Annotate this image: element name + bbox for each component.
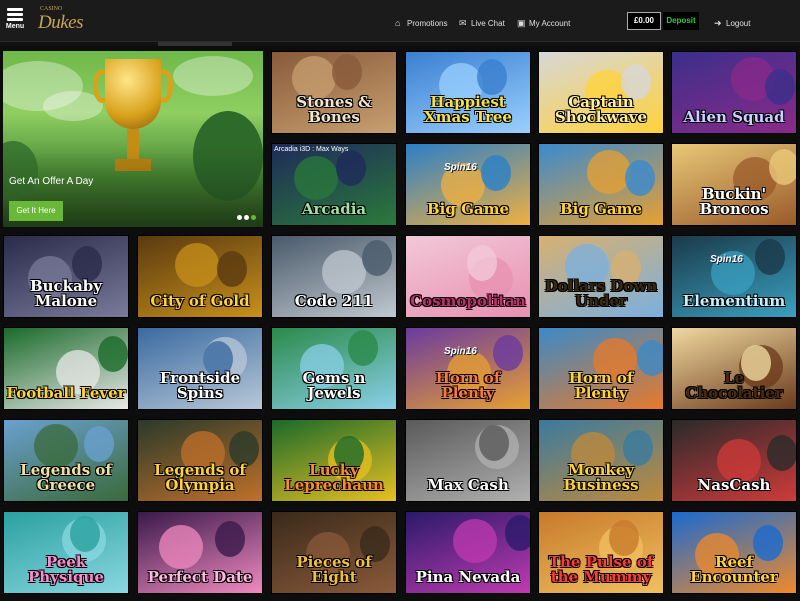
- nav-promotions-label: Promotions: [407, 18, 448, 28]
- game-tile[interactable]: Frontside Spins: [137, 327, 263, 410]
- game-title: Big Game: [559, 200, 643, 218]
- nav-live-chat[interactable]: ✉ Live Chat: [459, 16, 505, 30]
- nav-live-chat-label: Live Chat: [471, 18, 505, 28]
- game-title: Legends of Greece: [20, 461, 112, 494]
- game-tile[interactable]: Le Chocolatier: [671, 327, 797, 410]
- game-tile[interactable]: Horn of Plenty: [538, 327, 664, 410]
- game-tile[interactable]: Gems n Jewels: [271, 327, 397, 410]
- game-tile[interactable]: Spin16 Elementium: [671, 235, 797, 318]
- game-tile[interactable]: City of Gold: [137, 235, 263, 318]
- spin16-badge: Spin16: [444, 346, 477, 357]
- logout-icon: ➜: [714, 17, 722, 28]
- game-tile[interactable]: Big Game: [538, 143, 664, 226]
- menu-label: Menu: [5, 23, 25, 30]
- game-tile[interactable]: Legends of Greece: [3, 419, 129, 502]
- carousel-dot[interactable]: [244, 215, 249, 220]
- top-bar: Menu CASINO Dukes ⌂ Promotions ✉ Live Ch…: [0, 0, 800, 42]
- game-tile[interactable]: Reef Encounter: [671, 511, 797, 594]
- game-tile[interactable]: Spin16 Big Game: [405, 143, 531, 226]
- casino-logo[interactable]: CASINO Dukes: [30, 4, 90, 36]
- game-title: Cosmopolitan: [410, 292, 526, 310]
- game-tile[interactable]: Peek Physique: [3, 511, 129, 594]
- house-icon: ⌂: [395, 17, 401, 28]
- game-tile[interactable]: Buckaby Malone: [3, 235, 129, 318]
- game-title: Legends of Olympia: [154, 461, 246, 494]
- carousel-dots: [237, 215, 258, 223]
- game-tile[interactable]: Lucky Leprechaun: [271, 419, 397, 502]
- game-title: Max Cash: [427, 476, 509, 494]
- game-tile[interactable]: Happiest Xmas Tree: [405, 51, 531, 134]
- spin16-badge: Spin16: [444, 162, 477, 173]
- game-tile[interactable]: Max Cash: [405, 419, 531, 502]
- game-title: Code 211: [294, 292, 374, 310]
- game-title: Happiest Xmas Tree: [424, 93, 512, 126]
- account-icon: ▣: [517, 17, 526, 28]
- game-tile[interactable]: Buckin' Broncos: [671, 143, 797, 226]
- game-tile[interactable]: The Pulse of the Mummy: [538, 511, 664, 594]
- game-tile[interactable]: Cosmopolitan: [405, 235, 531, 318]
- game-title: Buckaby Malone: [29, 277, 103, 310]
- game-tile[interactable]: Captain Shockwave: [538, 51, 664, 134]
- game-title: Le Chocolatier: [685, 369, 783, 402]
- game-title: Pina Nevada: [415, 568, 521, 586]
- game-tile[interactable]: Pieces of Eight: [271, 511, 397, 594]
- game-tile[interactable]: Monkey Business: [538, 419, 664, 502]
- game-tile[interactable]: Arcadia i3D : Max Ways Arcadia: [271, 143, 397, 226]
- game-title: Dollars Down Under: [544, 277, 658, 310]
- game-tile[interactable]: Code 211: [271, 235, 397, 318]
- game-title: Horn of Plenty: [568, 369, 634, 402]
- nav-my-account[interactable]: ▣ My Account: [517, 16, 570, 30]
- game-title: NasCash: [697, 476, 771, 494]
- game-tile[interactable]: Legends of Olympia: [137, 419, 263, 502]
- game-tile[interactable]: NasCash: [671, 419, 797, 502]
- game-title: Pieces of Eight: [296, 553, 372, 586]
- game-tile[interactable]: Pina Nevada: [405, 511, 531, 594]
- carousel-dot-active[interactable]: [251, 215, 256, 220]
- game-title: Captain Shockwave: [554, 93, 648, 126]
- spin16-badge: Spin16: [710, 254, 743, 265]
- game-tile[interactable]: Alien Squad: [671, 51, 797, 134]
- game-title: City of Gold: [150, 292, 250, 310]
- balance-display: £0.00: [627, 12, 661, 30]
- menu-button[interactable]: Menu: [4, 8, 26, 38]
- game-title: Football Fever: [6, 384, 126, 402]
- nav-promotions[interactable]: ⌂ Promotions: [395, 16, 447, 30]
- game-title: Lucky Leprechaun: [284, 461, 384, 494]
- game-title: The Pulse of the Mummy: [548, 553, 654, 586]
- game-tile[interactable]: Dollars Down Under: [538, 235, 664, 318]
- game-title: Big Game: [426, 200, 510, 218]
- banner-title: Get An Offer A Day: [9, 176, 94, 187]
- get-it-here-button[interactable]: Get It Here: [9, 201, 63, 221]
- game-title: Monkey Business: [563, 461, 639, 494]
- game-title: Horn of Plenty: [435, 369, 501, 402]
- game-tile[interactable]: Stones & Bones: [271, 51, 397, 134]
- game-tile[interactable]: Football Fever: [3, 327, 129, 410]
- logo-text: Dukes: [38, 12, 83, 33]
- game-title: Stones & Bones: [296, 93, 372, 126]
- game-title: Reef Encounter: [690, 553, 778, 586]
- hamburger-icon: [7, 8, 23, 22]
- game-title: Elementium: [682, 292, 786, 310]
- logout-button[interactable]: ➜ Logout: [714, 16, 750, 30]
- header-divider: [0, 42, 800, 46]
- game-title: Gems n Jewels: [302, 369, 366, 402]
- game-tile[interactable]: Perfect Date: [137, 511, 263, 594]
- game-title: Arcadia: [301, 200, 367, 218]
- game-title: Frontside Spins: [159, 369, 241, 402]
- logout-label: Logout: [726, 18, 751, 28]
- game-title: Peek Physique: [28, 553, 104, 586]
- game-tile[interactable]: Spin16 Horn of Plenty: [405, 327, 531, 410]
- nav-my-account-label: My Account: [529, 18, 571, 28]
- game-title: Perfect Date: [147, 568, 253, 586]
- game-title: Alien Squad: [683, 108, 785, 126]
- deposit-button[interactable]: Deposit: [663, 12, 699, 30]
- game-caption: Arcadia i3D : Max Ways: [274, 146, 349, 153]
- game-title: Buckin' Broncos: [699, 185, 769, 218]
- carousel-dot[interactable]: [237, 215, 242, 220]
- chat-icon: ✉: [459, 17, 467, 28]
